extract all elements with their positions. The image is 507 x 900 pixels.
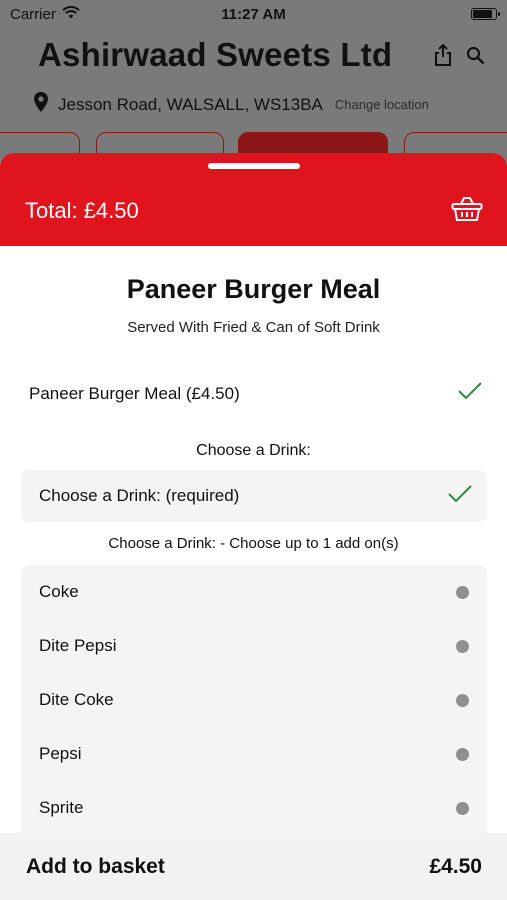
- drink-name: Coke: [39, 582, 79, 601]
- change-location-link[interactable]: Change location: [335, 97, 429, 112]
- battery-icon: [471, 8, 500, 20]
- total-label: Total: £4.50: [25, 197, 139, 223]
- drink-name: Pepsi: [39, 744, 82, 763]
- search-icon[interactable]: [466, 46, 485, 70]
- radio-dot-icon: [456, 639, 469, 653]
- radio-dot-icon: [456, 693, 469, 707]
- drink-option[interactable]: Sprite: [21, 781, 487, 835]
- item-subtitle: Served With Fried & Can of Soft Drink: [127, 319, 380, 336]
- checkmark-icon: [447, 484, 473, 509]
- radio-dot-icon: [456, 585, 469, 599]
- base-option-label: Paneer Burger Meal (£4.50): [29, 383, 240, 403]
- drink-section-label: Choose a Drink:: [196, 442, 311, 459]
- item-title: Paneer Burger Meal: [126, 274, 381, 304]
- drinks-list: Coke Dite Pepsi Dite Coke Pepsi Sprite: [21, 565, 487, 835]
- item-sheet: Total: £4.50 Paneer Burger Meal Served W…: [0, 153, 507, 900]
- drink-name: Sprite: [39, 798, 84, 817]
- add-to-basket-button[interactable]: Add to basket: [26, 855, 165, 879]
- status-bar: Carrier 11:27 AM: [0, 0, 507, 28]
- location-row: Jesson Road, WALSALL, WS13BA Change loca…: [34, 92, 429, 117]
- required-drink-label: Choose a Drink: (required): [39, 486, 240, 505]
- checkmark-icon: [457, 381, 483, 406]
- basket-price: £4.50: [429, 854, 482, 878]
- radio-dot-icon: [456, 747, 469, 761]
- store-name: Ashirwaad Sweets Ltd: [38, 36, 393, 73]
- add-to-basket-bar[interactable]: Add to basket £4.50: [0, 833, 507, 900]
- store-header: Ashirwaad Sweets Ltd Jesson Road, WALSAL…: [0, 28, 507, 180]
- drink-name: Dite Coke: [39, 690, 114, 709]
- base-option-row[interactable]: Paneer Burger Meal (£4.50): [29, 381, 483, 406]
- addon-section-label: Choose a Drink: - Choose up to 1 add on(…: [108, 535, 399, 552]
- drink-option[interactable]: Dite Pepsi: [21, 619, 487, 673]
- required-drink-row[interactable]: Choose a Drink: (required): [21, 470, 487, 522]
- store-address: Jesson Road, WALSALL, WS13BA: [58, 94, 323, 114]
- radio-dot-icon: [456, 801, 469, 815]
- wifi-icon: [62, 5, 80, 23]
- drink-option[interactable]: Dite Coke: [21, 673, 487, 727]
- basket-icon[interactable]: [451, 196, 483, 227]
- drink-option[interactable]: Pepsi: [21, 727, 487, 781]
- carrier-label: Carrier: [10, 5, 56, 23]
- location-pin-icon: [34, 92, 48, 117]
- sheet-header: Total: £4.50: [0, 153, 507, 246]
- share-icon[interactable]: [434, 43, 452, 71]
- sheet-drag-handle[interactable]: [208, 163, 300, 169]
- drink-option[interactable]: Coke: [21, 565, 487, 619]
- drink-name: Dite Pepsi: [39, 636, 117, 655]
